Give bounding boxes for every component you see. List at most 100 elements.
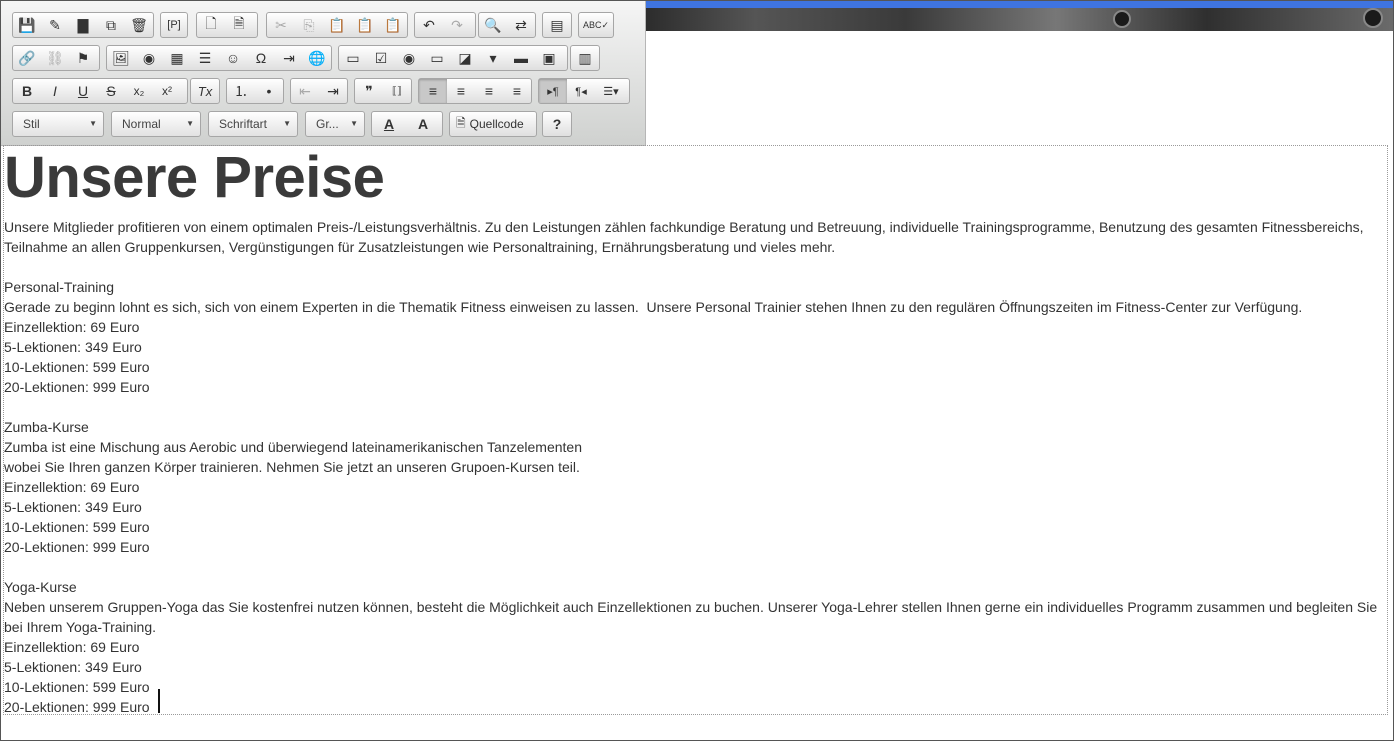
group-help: ? — [542, 111, 572, 137]
subscript-icon[interactable]: x₂ — [125, 79, 153, 103]
copy-doc-icon[interactable]: ⧉ — [97, 13, 125, 37]
form-icon[interactable]: ▭ — [339, 46, 367, 70]
price-line: 20-Lektionen: 999 Euro — [4, 539, 150, 555]
hidden-field-icon[interactable]: ▥ — [571, 46, 599, 70]
image-icon[interactable]: 🖼 — [107, 46, 135, 70]
ltr-icon[interactable]: ▸¶ — [539, 79, 567, 103]
select-field-icon[interactable]: ▾ — [479, 46, 507, 70]
page-break-icon[interactable]: ⇥ — [275, 46, 303, 70]
zumba-description: wobei Sie Ihren ganzen Körper trainieren… — [4, 459, 580, 475]
align-left-icon[interactable]: ≡ — [419, 79, 447, 103]
banner-detail — [1113, 10, 1131, 28]
iframe-icon[interactable]: 🌐 — [303, 46, 331, 70]
link-icon[interactable]: 🔗 — [13, 46, 41, 70]
intro-paragraph: Unsere Mitglieder profitieren von einem … — [4, 219, 1368, 255]
source-icon: 🗎 — [456, 115, 466, 130]
remove-format-icon[interactable]: Tx — [191, 79, 219, 103]
size-select-value: Gr... — [316, 117, 339, 131]
template-icon[interactable]: 🗎 — [225, 13, 253, 37]
blockquote-icon[interactable]: ❞ — [355, 79, 383, 103]
price-line: 20-Lektionen: 999 Euro — [4, 379, 150, 395]
strike-icon[interactable]: S — [97, 79, 125, 103]
folder-icon[interactable]: ▇ — [69, 13, 97, 37]
align-right-icon[interactable]: ≡ — [475, 79, 503, 103]
superscript-icon[interactable]: x² — [153, 79, 181, 103]
size-select[interactable]: Gr... ▼ — [305, 111, 365, 137]
font-select[interactable]: Schriftart ▼ — [208, 111, 298, 137]
group-select: ▤ — [542, 12, 572, 38]
radio-icon[interactable]: ◉ — [395, 46, 423, 70]
bullet-list-icon[interactable]: • — [255, 79, 283, 103]
price-line: 10-Lektionen: 599 Euro — [4, 359, 150, 375]
select-all-icon[interactable]: ▤ — [543, 13, 571, 37]
flash-icon[interactable]: ◉ — [135, 46, 163, 70]
group-insert: 🖼 ◉ ▦ ☰ ☺ Ω ⇥ 🌐 — [106, 45, 332, 71]
cut-icon[interactable]: ✂ — [267, 13, 295, 37]
price-line: 10-Lektionen: 599 Euro — [4, 679, 150, 695]
textarea-icon[interactable]: ◪ — [451, 46, 479, 70]
bold-icon[interactable]: B — [13, 79, 41, 103]
table-icon[interactable]: ▦ — [163, 46, 191, 70]
trash-icon[interactable]: 🗑 — [125, 13, 153, 37]
source-label: Quellcode — [469, 117, 524, 131]
paste-word-icon[interactable]: 📋 — [379, 13, 407, 37]
empty-line — [4, 397, 1379, 417]
special-char-icon[interactable]: Ω — [247, 46, 275, 70]
save-icon[interactable]: 💾 — [13, 13, 41, 37]
banner-detail — [1363, 8, 1383, 28]
align-justify-icon[interactable]: ≡ — [503, 79, 531, 103]
redo-icon[interactable]: ↷ — [443, 13, 471, 37]
div-icon[interactable]: ⟦⟧ — [383, 79, 411, 103]
zumba-description: Zumba ist eine Mischung aus Aerobic und … — [4, 439, 582, 455]
group-links: 🔗 ⛓ ⚑ — [12, 45, 100, 71]
anchor-flag-icon[interactable]: ⚑ — [69, 46, 97, 70]
background-color-icon[interactable]: A — [406, 112, 440, 136]
smiley-icon[interactable]: ☺ — [219, 46, 247, 70]
button-field-icon[interactable]: ▬ — [507, 46, 535, 70]
indent-icon[interactable]: ⇥ — [319, 79, 347, 103]
placeholder-icon[interactable]: [P] — [161, 13, 187, 37]
undo-icon[interactable]: ↶ — [415, 13, 443, 37]
chevron-down-icon: ▼ — [350, 119, 358, 128]
checkbox-icon[interactable]: ☑ — [367, 46, 395, 70]
new-page-icon[interactable]: 🗋 — [197, 13, 225, 37]
image-button-icon[interactable]: ▣ — [535, 46, 563, 70]
group-placeholder: [P] — [160, 12, 188, 38]
paste-icon[interactable]: 📋 — [323, 13, 351, 37]
find-icon[interactable]: 🔍 — [479, 13, 507, 37]
group-basic-styles: B I U S x₂ x² — [12, 78, 188, 104]
language-icon[interactable]: ☰▾ — [595, 79, 627, 103]
spellcheck-icon[interactable]: ABC✓ — [579, 13, 613, 37]
group-align: ≡ ≡ ≡ ≡ — [418, 78, 532, 104]
group-history: ↶ ↷ — [414, 12, 476, 38]
yoga-description: Neben unserem Gruppen-Yoga das Sie koste… — [4, 599, 1382, 635]
outdent-icon[interactable]: ⇤ — [291, 79, 319, 103]
text-cursor — [158, 689, 160, 713]
copy-icon[interactable]: ⎘ — [295, 13, 323, 37]
section-heading-yoga: Yoga-Kurse — [4, 579, 77, 595]
numbered-list-icon[interactable]: ⒈ — [227, 79, 255, 103]
wand-icon[interactable]: ✎ — [41, 13, 69, 37]
replace-icon[interactable]: ⇄ — [507, 13, 535, 37]
horizontal-line-icon[interactable]: ☰ — [191, 46, 219, 70]
italic-icon[interactable]: I — [41, 79, 69, 103]
unlink-icon[interactable]: ⛓ — [41, 46, 69, 70]
rtl-icon[interactable]: ¶◂ — [567, 79, 595, 103]
group-colors: A A — [371, 111, 443, 137]
page-title: Unsere Preise — [4, 145, 385, 210]
paste-text-icon[interactable]: 📋 — [351, 13, 379, 37]
format-select[interactable]: Normal ▼ — [111, 111, 201, 137]
price-line: Einzellektion: 69 Euro — [4, 319, 140, 335]
group-hidden: ▥ — [570, 45, 600, 71]
group-document: 💾 ✎ ▇ ⧉ 🗑 — [12, 12, 154, 38]
text-field-icon[interactable]: ▭ — [423, 46, 451, 70]
source-button[interactable]: 🗎 Quellcode — [449, 111, 537, 137]
group-find: 🔍 ⇄ — [478, 12, 536, 38]
underline-icon[interactable]: U — [69, 79, 97, 103]
personal-description: Gerade zu beginn lohnt es sich, sich von… — [4, 299, 1303, 315]
text-color-icon[interactable]: A — [372, 112, 406, 136]
price-line: 5-Lektionen: 349 Euro — [4, 499, 142, 515]
style-select[interactable]: Stil ▼ — [12, 111, 104, 137]
align-center-icon[interactable]: ≡ — [447, 79, 475, 103]
help-icon[interactable]: ? — [543, 112, 571, 136]
